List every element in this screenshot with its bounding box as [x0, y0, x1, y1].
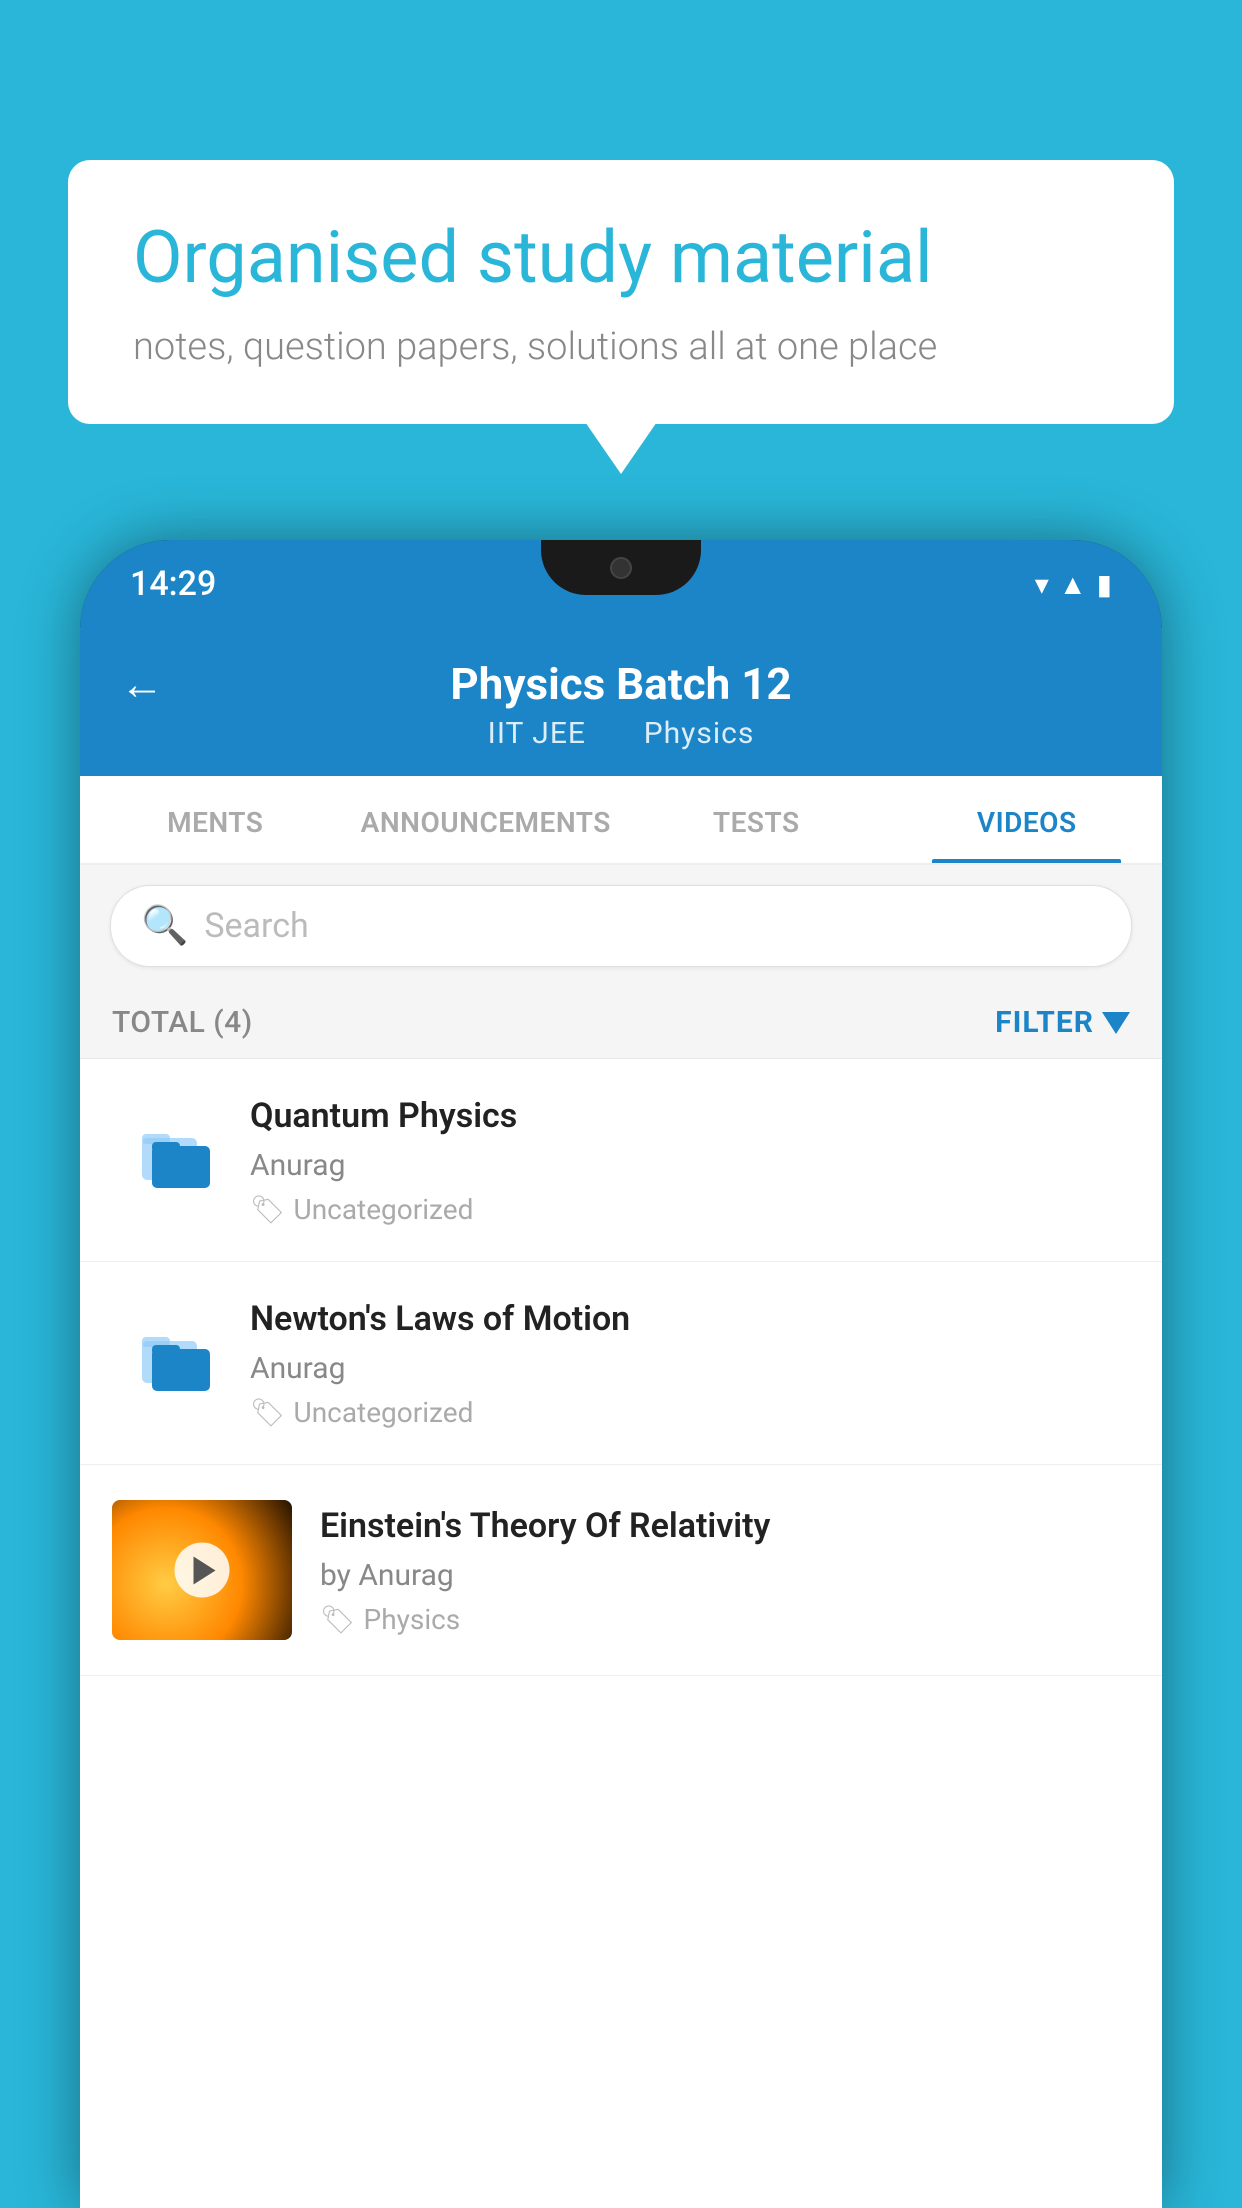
video-title: Quantum Physics: [250, 1094, 1130, 1138]
signal-icon: ▲: [1059, 568, 1087, 601]
video-info: Quantum Physics Anurag 🏷 Uncategorized: [250, 1094, 1130, 1226]
filter-button[interactable]: FILTER: [995, 1005, 1130, 1040]
video-info: Newton's Laws of Motion Anurag 🏷 Uncateg…: [250, 1297, 1130, 1429]
subtitle-part1: IIT JEE: [488, 716, 586, 751]
tab-ments[interactable]: MENTS: [80, 776, 351, 863]
video-info: Einstein's Theory Of Relativity by Anura…: [320, 1504, 1130, 1636]
video-title: Newton's Laws of Motion: [250, 1297, 1130, 1341]
app-screen: ← Physics Batch 12 IIT JEE Physics MENTS…: [80, 628, 1162, 2208]
tab-bar: MENTS ANNOUNCEMENTS TESTS VIDEOS: [80, 776, 1162, 865]
total-count-label: TOTAL (4): [112, 1005, 253, 1040]
play-button[interactable]: [175, 1543, 230, 1598]
video-tag: 🏷 Uncategorized: [250, 1193, 1130, 1226]
tab-tests[interactable]: TESTS: [621, 776, 892, 863]
folder-svg-icon: [137, 1120, 217, 1200]
speech-bubble: Organised study material notes, question…: [68, 160, 1174, 424]
tab-videos[interactable]: VIDEOS: [892, 776, 1163, 863]
back-button[interactable]: ←: [120, 658, 164, 710]
speech-bubble-heading: Organised study material: [133, 215, 1109, 301]
tab-announcements[interactable]: ANNOUNCEMENTS: [351, 776, 622, 863]
search-bar[interactable]: 🔍 Search: [110, 885, 1132, 967]
video-author: Anurag: [250, 1148, 1130, 1183]
tag-icon: 🏷: [250, 1193, 286, 1226]
video-list: Quantum Physics Anurag 🏷 Uncategorized: [80, 1059, 1162, 2208]
list-item[interactable]: Quantum Physics Anurag 🏷 Uncategorized: [80, 1059, 1162, 1262]
video-tag: 🏷 Uncategorized: [250, 1396, 1130, 1429]
tag-icon: 🏷: [320, 1603, 356, 1636]
video-thumbnail: [112, 1500, 292, 1640]
phone-notch: [541, 540, 701, 595]
play-icon: [193, 1556, 215, 1584]
header-subtitle: IIT JEE Physics: [476, 716, 767, 751]
search-placeholder: Search: [204, 906, 308, 946]
list-item[interactable]: Newton's Laws of Motion Anurag 🏷 Uncateg…: [80, 1262, 1162, 1465]
subtitle-part2: Physics: [644, 716, 755, 751]
tag-icon: 🏷: [250, 1396, 286, 1429]
wifi-icon: ▾: [1035, 568, 1049, 601]
status-icons: ▾ ▲ ▮: [1035, 568, 1112, 601]
video-tag: 🏷 Physics: [320, 1603, 1130, 1636]
page-title: Physics Batch 12: [450, 658, 791, 710]
battery-icon: ▮: [1097, 568, 1112, 601]
phone-frame: 14:29 ▾ ▲ ▮ ← Physics Batch 12 IIT JEE P…: [80, 540, 1162, 2208]
folder-icon: [132, 1318, 222, 1408]
status-time: 14:29: [130, 564, 216, 604]
folder-icon: [132, 1115, 222, 1205]
status-bar: 14:29 ▾ ▲ ▮: [80, 540, 1162, 628]
header-row: ← Physics Batch 12: [120, 658, 1122, 710]
video-author: by Anurag: [320, 1558, 1130, 1593]
search-container: 🔍 Search: [80, 865, 1162, 987]
folder-svg-icon: [137, 1323, 217, 1403]
speech-bubble-section: Organised study material notes, question…: [68, 160, 1174, 424]
search-icon: 🔍: [141, 904, 188, 948]
app-header: ← Physics Batch 12 IIT JEE Physics: [80, 628, 1162, 776]
filter-icon: [1102, 1012, 1130, 1034]
total-filter-row: TOTAL (4) FILTER: [80, 987, 1162, 1059]
camera: [610, 557, 632, 579]
list-item[interactable]: Einstein's Theory Of Relativity by Anura…: [80, 1465, 1162, 1676]
video-author: Anurag: [250, 1351, 1130, 1386]
video-title: Einstein's Theory Of Relativity: [320, 1504, 1130, 1548]
speech-bubble-subtext: notes, question papers, solutions all at…: [133, 325, 1109, 369]
